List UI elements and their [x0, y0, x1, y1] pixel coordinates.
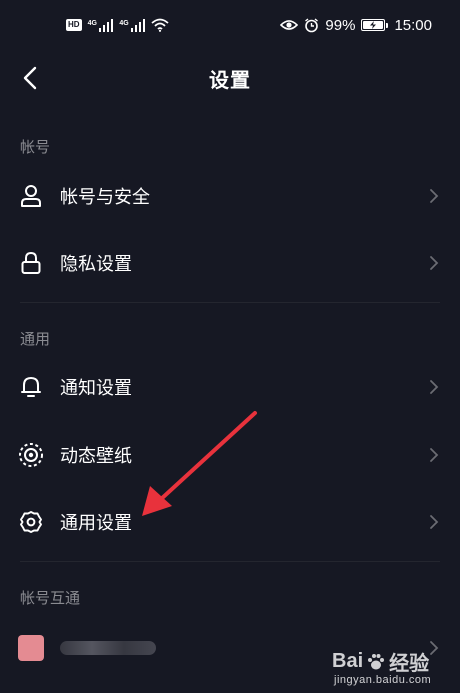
watermark-brand: Bai	[332, 650, 364, 672]
row-account-security[interactable]: 帐号与安全	[0, 168, 460, 224]
row-label: 动态壁纸	[60, 446, 132, 467]
row-general-settings[interactable]: 通用设置	[0, 494, 460, 550]
paw-icon	[368, 653, 385, 669]
bell-icon	[18, 374, 44, 400]
baidu-watermark: Bai 经验 jingyan.baidu.com	[332, 647, 450, 691]
back-button[interactable]	[14, 62, 46, 94]
section-header-account: 帐号	[20, 138, 51, 156]
sim2-network-label: 4G	[119, 20, 129, 27]
chevron-left-icon	[23, 66, 37, 90]
row-label: 隐私设置	[60, 254, 132, 275]
divider	[20, 302, 440, 303]
eye-icon	[280, 20, 299, 30]
page-title: 设置	[209, 67, 251, 92]
nav-bar: 设置	[0, 50, 460, 106]
status-right: 99% 15:00	[280, 17, 432, 34]
hd-badge: HD	[66, 19, 82, 31]
wifi-icon	[151, 18, 169, 32]
sim1-network-label: 4G	[87, 20, 97, 27]
chevron-right-icon	[430, 189, 439, 203]
status-bar: HD 4G 4G 99% 15:00	[0, 0, 460, 50]
watermark-url: jingyan.baidu.com	[334, 674, 432, 686]
row-notification[interactable]: 通知设置	[0, 359, 460, 415]
lock-icon	[18, 250, 44, 276]
section-header-general: 通用	[20, 330, 51, 348]
divider	[20, 561, 440, 562]
person-icon	[18, 183, 44, 209]
section-header-linked-accounts: 帐号互通	[20, 589, 81, 607]
battery-percent: 99%	[325, 16, 356, 34]
avatar	[18, 635, 44, 661]
chevron-right-icon	[430, 256, 439, 270]
status-left: HD 4G 4G	[66, 18, 169, 32]
battery-icon	[361, 19, 389, 31]
chevron-right-icon	[430, 448, 439, 462]
watermark-logo: Bai 经验	[332, 647, 450, 676]
row-live-wallpaper[interactable]: 动态壁纸	[0, 427, 460, 483]
chevron-right-icon	[430, 515, 439, 529]
signal-icon-2	[130, 18, 146, 32]
clock: 15:00	[394, 16, 432, 34]
row-label: 通用设置	[60, 513, 132, 534]
wallpaper-icon	[18, 442, 44, 468]
blurred-account-name	[60, 641, 156, 655]
signal-icon	[98, 18, 114, 32]
row-privacy[interactable]: 隐私设置	[0, 235, 460, 291]
alarm-icon	[305, 17, 319, 32]
watermark-brand-suffix: 经验	[389, 653, 430, 675]
row-label: 帐号与安全	[60, 187, 150, 208]
row-label: 通知设置	[60, 378, 132, 399]
gear-icon	[18, 509, 44, 535]
chevron-right-icon	[430, 380, 439, 394]
